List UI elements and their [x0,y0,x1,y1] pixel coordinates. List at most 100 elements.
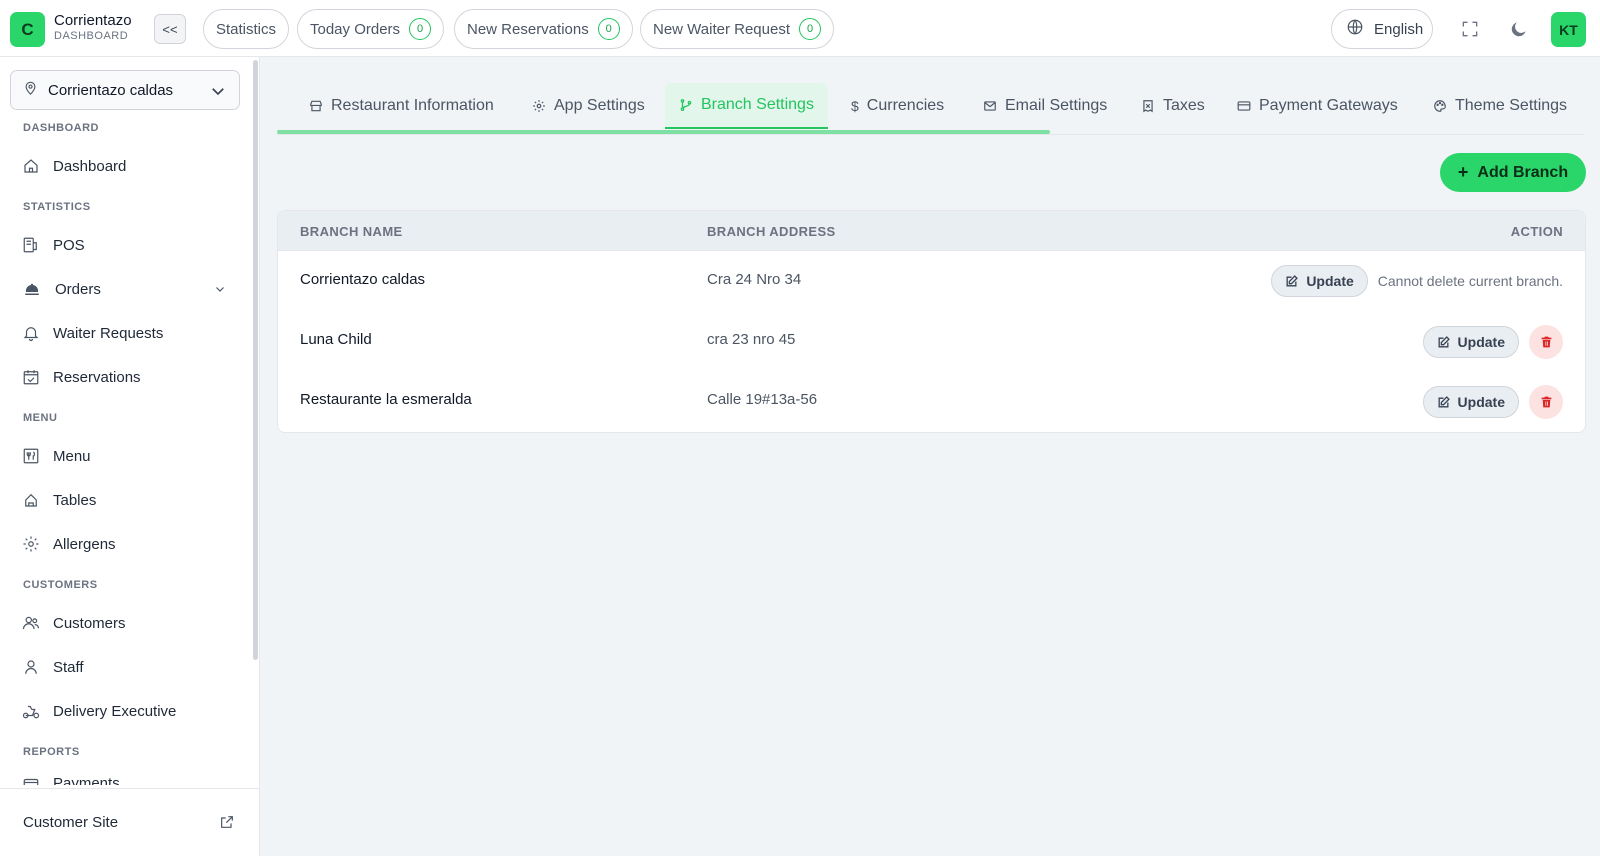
external-link-icon [219,814,235,834]
sidebar-item-tables[interactable]: Tables [22,484,232,516]
tab-label: Restaurant Information [331,97,494,114]
sidebar-item-menu[interactable]: Menu [22,440,232,472]
app-name: Corrientazo [54,12,132,29]
customer-site-label: Customer Site [23,814,119,831]
branch-selector[interactable]: Corrientazo caldas [10,70,240,110]
sidebar-item-pos[interactable]: POS [22,229,232,261]
user-avatar[interactable]: KT [1551,12,1586,47]
delete-button[interactable] [1529,385,1563,419]
sidebar-item-dashboard[interactable]: Dashboard [22,150,232,182]
cannot-delete-note: Cannot delete current branch. [1377,273,1563,289]
sidebar-scrollbar[interactable] [253,60,258,660]
menu-book-icon [23,448,39,464]
home-icon [24,159,38,173]
calendar-check-icon [23,370,39,385]
cloche-icon [25,283,39,295]
palette-icon [1434,100,1446,112]
tab-scroll-indicator [277,130,1050,134]
table-row: Corrientazo caldas Cra 24 Nro 34 Update … [278,251,1585,311]
new-waiter-request-label: New Waiter Request [653,20,790,38]
tab-email-settings[interactable]: Email Settings [983,83,1107,129]
tab-theme-settings[interactable]: Theme Settings [1433,83,1567,129]
tab-branch-settings[interactable]: Branch Settings [665,83,828,129]
pos-icon [23,237,37,253]
sidebar-item-waiter-requests[interactable]: Waiter Requests [22,317,232,349]
today-orders-button[interactable]: Today Orders 0 [297,9,445,49]
sidebar-item-payments[interactable]: Payments [22,769,232,785]
sidebar-item-label: Waiter Requests [53,324,164,342]
sidebar-item-staff[interactable]: Staff [22,651,232,683]
app-logo[interactable]: C [10,12,45,47]
fullscreen-icon[interactable] [1457,16,1483,42]
tab-label: Email Settings [1005,97,1108,114]
sidebar-item-label: Delivery Executive [53,702,177,720]
update-button[interactable]: Update [1271,265,1368,297]
branch-selector-label: Corrientazo caldas [48,81,174,99]
statistics-button[interactable]: Statistics [203,9,290,49]
sidebar-item-orders[interactable]: Orders [22,273,232,305]
section-title-menu: MENU [23,412,58,424]
update-button[interactable]: Update [1422,386,1519,418]
new-waiter-request-button[interactable]: New Waiter Request 0 [640,9,834,49]
language-selector[interactable]: English [1331,9,1433,49]
sidebar-item-label: Tables [53,491,97,509]
new-reservations-count: 0 [597,18,620,40]
new-reservations-button[interactable]: New Reservations 0 [454,9,633,49]
header-branch-name: BRANCH NAME [300,224,403,239]
update-button[interactable]: Update [1422,326,1519,358]
row-actions: Update [1422,385,1563,419]
tab-label: Taxes [1163,97,1205,114]
tab-currencies[interactable]: $ Currencies [851,83,944,129]
tab-restaurant-information[interactable]: Restaurant Information [309,83,494,129]
gear-icon [23,536,39,552]
sidebar-item-delivery-executive[interactable]: Delivery Executive [22,695,232,727]
app-subtitle: DASHBOARD [54,30,129,42]
sidebar-item-allergens[interactable]: Allergens [22,528,232,560]
branches-table: BRANCH NAME BRANCH ADDRESS ACTION Corrie… [277,210,1586,433]
edit-icon [1286,274,1299,286]
mail-icon [984,101,996,111]
delete-button[interactable] [1529,325,1563,359]
customer-site-link[interactable]: Customer Site [0,788,259,856]
sidebar-item-customers[interactable]: Customers [22,607,232,639]
table-row: Restaurante la esmeralda Calle 19#13a-56… [278,371,1585,431]
tab-label: App Settings [554,97,645,114]
language-label: English [1374,20,1424,38]
section-title-reports: REPORTS [23,746,80,758]
store-icon [310,100,322,112]
tab-app-settings[interactable]: App Settings [532,83,645,129]
table-row: Luna Child cra 23 nro 45 Update [278,311,1585,371]
brand: Corrientazo DASHBOARD [54,12,132,43]
add-branch-button[interactable]: + Add Branch [1440,153,1586,192]
dollar-icon: $ [851,98,859,114]
receipt-icon [1143,100,1153,113]
update-label: Update [1457,394,1505,410]
today-orders-count: 0 [409,18,432,40]
dark-mode-icon[interactable] [1506,16,1532,42]
sidebar-item-label: Customers [53,614,126,632]
user-icon [25,660,37,674]
collapse-sidebar-button[interactable]: << [154,14,186,44]
today-orders-label: Today Orders [310,20,401,38]
credit-card-icon [1237,101,1251,111]
sidebar-item-reservations[interactable]: Reservations [22,361,232,393]
section-title-dashboard: DASHBOARD [23,122,99,134]
header-action: ACTION [1510,224,1563,239]
sidebar-item-label: Menu [53,447,91,465]
tab-payment-gateways[interactable]: Payment Gateways [1237,83,1398,129]
globe-icon [1346,18,1364,40]
statistics-label: Statistics [216,20,277,38]
sidebar-item-label: Reservations [53,368,141,386]
trash-icon [1541,336,1551,348]
tab-label: Theme Settings [1455,97,1568,114]
section-title-statistics: STATISTICS [23,201,91,213]
tab-taxes[interactable]: Taxes [1141,83,1205,129]
top-bar: C Corrientazo DASHBOARD << Statistics To… [0,0,1600,57]
new-reservations-label: New Reservations [467,20,589,38]
new-waiter-request-count: 0 [799,18,821,40]
bell-icon [23,327,39,342]
sidebar-item-label: Allergens [53,535,116,553]
branch-name-cell: Luna Child [300,331,372,348]
sidebar-item-label: Orders [55,280,101,298]
wallet-icon [23,778,39,785]
